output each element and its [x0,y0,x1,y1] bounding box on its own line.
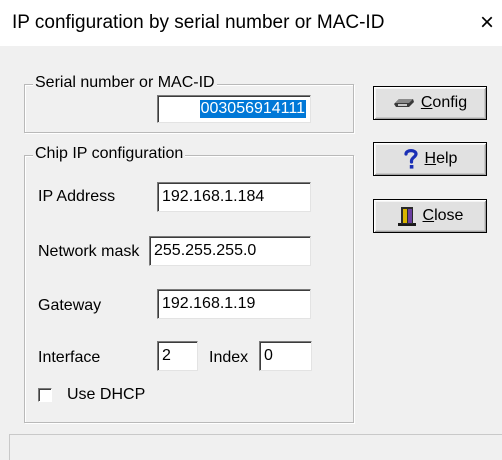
interface-label: Interface [38,349,101,366]
config-icon [393,99,414,107]
use-dhcp-checkbox[interactable]: Use DHCP [38,386,178,406]
gateway-input[interactable] [157,289,311,319]
close-door-icon [397,207,416,226]
chip-ip-group-legend: Chip IP configuration [33,145,186,163]
serial-input[interactable]: 003056914111 [157,95,311,123]
window-title: IP configuration by serial number or MAC… [12,12,385,33]
index-input[interactable] [259,341,312,371]
ip-address-label: IP Address [38,188,116,205]
network-mask-input[interactable] [149,236,311,266]
help-button[interactable]: Help [373,142,487,176]
ip-address-input[interactable] [157,182,311,212]
network-mask-label: Network mask [38,243,140,260]
use-dhcp-label: Use DHCP [67,386,146,403]
serial-input-selected-text: 003056914111 [199,100,306,118]
close-window-icon[interactable]: × [474,8,500,38]
help-button-label: Help [424,150,458,167]
config-button-label: Config [420,94,468,111]
title-bar[interactable]: IP configuration by serial number or MAC… [0,0,502,46]
help-icon [403,149,418,169]
config-button[interactable]: Config [373,86,487,120]
status-strip [9,434,502,460]
serial-group-legend: Serial number or MAC-ID [33,74,217,92]
index-label: Index [209,349,249,366]
checkbox-box[interactable] [38,388,52,402]
close-button[interactable]: Close [373,199,487,233]
close-button-label: Close [422,207,464,224]
interface-input[interactable] [157,341,198,371]
gateway-label: Gateway [38,297,102,314]
